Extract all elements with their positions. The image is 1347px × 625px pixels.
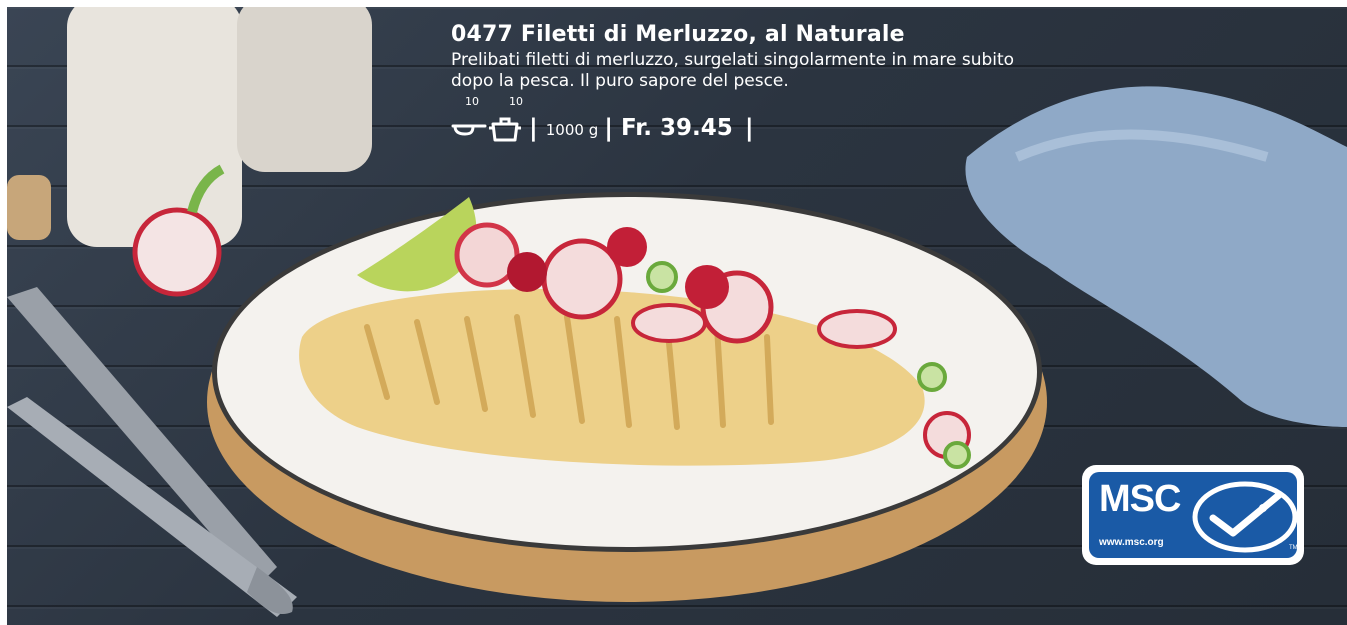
radish <box>607 227 647 267</box>
radish <box>685 265 729 309</box>
jar-right <box>237 7 372 172</box>
msc-tm: TM <box>1289 545 1297 551</box>
product-meta: 10 10 | 1000 g | Fr. 39.45 | <box>451 95 1051 142</box>
radish-half <box>132 207 222 297</box>
cork <box>7 175 51 240</box>
oven-time: 10 <box>509 95 523 108</box>
msc-url: www.msc.org <box>1099 537 1164 548</box>
product-title: 0477 Filetti di Merluzzo, al Naturale <box>451 22 905 47</box>
separator: | <box>604 114 613 142</box>
pan-time: 10 <box>465 95 479 108</box>
spring-onion <box>646 261 678 293</box>
separator: | <box>529 114 538 142</box>
frying-pan-icon <box>451 124 487 136</box>
product-weight: 1000 g <box>545 121 599 139</box>
product-info: 0477 Filetti di Merluzzo, al Naturale Pr… <box>451 21 1051 142</box>
separator: | <box>744 114 754 142</box>
spring-onion <box>917 362 947 392</box>
msc-fish-check-icon <box>1192 481 1297 553</box>
cooking-pot-icon <box>489 117 521 142</box>
product-price: Fr. 39.45 <box>621 115 733 141</box>
spring-onion <box>943 441 971 469</box>
radish <box>507 252 547 292</box>
product-description: Prelibati filetti di merluzzo, surgelati… <box>451 50 1015 91</box>
msc-brand: MSC <box>1099 478 1181 520</box>
jar-left <box>67 7 242 247</box>
msc-badge: MSC www.msc.org TM <box>1082 465 1304 565</box>
radish-slice <box>631 303 707 343</box>
radish-slice <box>817 309 897 349</box>
msc-badge-panel: MSC www.msc.org TM <box>1089 472 1297 558</box>
meta-line: | 1000 g | Fr. 39.45 | <box>451 112 762 144</box>
